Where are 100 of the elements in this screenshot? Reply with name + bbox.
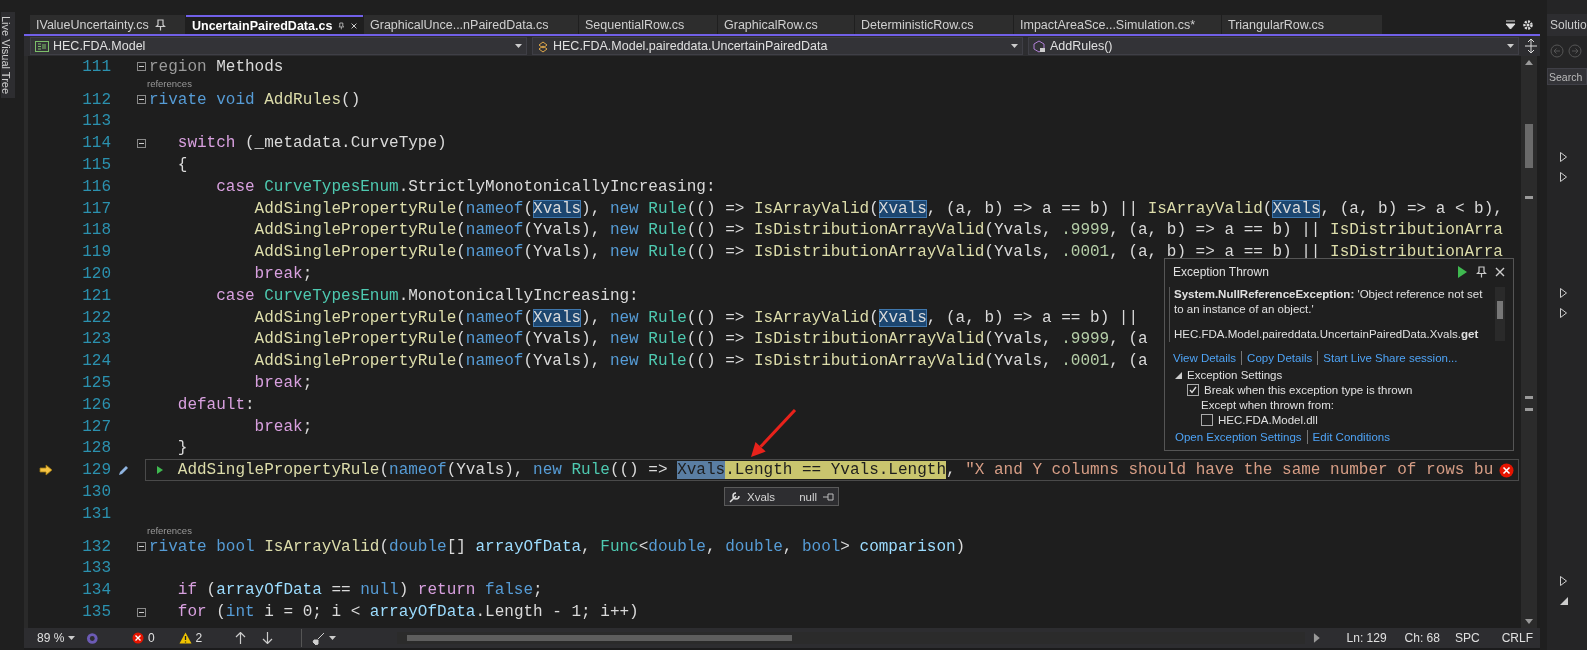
line-number: 118: [81, 221, 111, 240]
checkbox[interactable]: [1187, 384, 1199, 396]
codelens-text[interactable]: references: [147, 77, 192, 89]
warning-count[interactable]: 2: [175, 629, 206, 647]
line-number: 132: [81, 537, 111, 556]
type-dropdown[interactable]: HEC.FDA.Model.paireddata.UncertainPairedData: [532, 37, 1023, 55]
line-number: 126: [81, 395, 111, 414]
pencil-icon: [116, 464, 129, 477]
column-indicator: Ch: 68: [1404, 631, 1440, 645]
popup-title: Exception Thrown: [1173, 265, 1269, 279]
document-tab[interactable]: ImpactAreaSce...Simulation.cs*: [1014, 15, 1221, 34]
line-number: 125: [81, 374, 111, 393]
collapse-icon[interactable]: [137, 542, 146, 552]
pin-icon: [823, 491, 835, 502]
checkbox-label[interactable]: Break when this exception type is thrown: [1204, 384, 1413, 396]
except-label: Except when thrown from:: [1200, 399, 1335, 411]
collapsed-icon[interactable]: [1560, 172, 1567, 182]
document-tab[interactable]: GraphicalUnce...nPairedData.cs: [364, 15, 578, 34]
wrench-icon: [729, 490, 741, 503]
zoom-dropdown[interactable]: 89 %: [34, 629, 79, 647]
collapsed-icon[interactable]: [1560, 152, 1567, 162]
link[interactable]: Edit Conditions: [1312, 431, 1390, 443]
line-number: 135: [81, 603, 111, 621]
code-line: rivate bool IsArrayValid(double[] arrayOfData, Func<double, double, bool> comparison): [149, 536, 966, 557]
exception-message: System.NullReferenceException: 'Object reference not set to an instance of an object.': [1174, 287, 1484, 317]
error-icon[interactable]: [1499, 463, 1514, 479]
document-tab[interactable]: GraphicalRow.cs: [718, 15, 854, 34]
scrollbar[interactable]: [1495, 287, 1505, 341]
method-icon: [1033, 39, 1046, 53]
member-dropdown[interactable]: AddRules(): [1028, 37, 1519, 55]
checkbox-label[interactable]: HEC.FDA.Model.dll: [1218, 414, 1318, 426]
link[interactable]: Copy Details: [1247, 352, 1313, 364]
annotation-arrow: [751, 408, 797, 457]
link[interactable]: Open Exception Settings: [1175, 431, 1302, 443]
horizontal-scrollbar[interactable]: [397, 632, 1305, 644]
pin-icon: [338, 19, 345, 32]
vertical-scrollbar[interactable]: [1521, 56, 1537, 628]
back-icon: [1550, 44, 1564, 58]
code-line: AddSinglePropertyRule(nameof(Yvals), new Rule(() => IsDistributionArrayValid(Yvals, .9999, (a, b) => a == b) || IsDistributionArra: [254, 220, 1503, 241]
line-indicator: Ln: 129: [1346, 631, 1387, 645]
collapse-icon[interactable]: [137, 607, 146, 617]
collapse-icon[interactable]: [137, 62, 146, 72]
line-number: 129: [81, 461, 111, 480]
caret-icon: [1011, 44, 1018, 48]
line-number: 113: [81, 112, 111, 131]
codelens-text[interactable]: references: [147, 524, 192, 536]
collapsed-icon[interactable]: [1560, 288, 1567, 298]
line-number: 112: [81, 90, 111, 109]
search-field[interactable]: Search: [1547, 68, 1587, 85]
document-tab[interactable]: TriangularRow.cs: [1222, 15, 1382, 34]
split-icon: [1524, 39, 1538, 53]
gear-icon: [1522, 18, 1534, 31]
caret-icon: [515, 44, 522, 48]
code-line: case CurveTypesEnum.StrictlyMonotonicallyIncreasing:: [216, 176, 716, 197]
side-tab[interactable]: Live Visual Tree: [1, 12, 15, 99]
caret-icon: [1507, 44, 1514, 48]
document-tab[interactable]: SequentialRow.cs: [579, 15, 717, 34]
error-count[interactable]: 0: [128, 629, 158, 647]
document-tab[interactable]: IValueUncertainty.cs: [30, 15, 185, 34]
checkbox[interactable]: [1201, 414, 1213, 426]
code-line: }: [177, 438, 188, 459]
line-number: 122: [81, 308, 111, 327]
line-number: 131: [81, 504, 111, 523]
link[interactable]: View Details: [1173, 352, 1237, 364]
run-to-click-icon[interactable]: [156, 465, 164, 476]
code-line: switch (_metadata.CurveType): [177, 133, 447, 154]
panel-title: Solutio: [1547, 14, 1587, 36]
settings-expander[interactable]: Exception Settings: [1173, 369, 1505, 381]
line-number: 133: [81, 559, 111, 578]
code-line: {: [177, 155, 188, 176]
collapse-icon[interactable]: [137, 138, 146, 148]
down-arrow-icon: [262, 632, 274, 644]
collapse-icon[interactable]: [137, 95, 146, 105]
document-tab[interactable]: DeterministicRow.cs: [855, 15, 1013, 34]
up-arrow-icon: [235, 632, 247, 644]
collapsed-icon[interactable]: [1560, 308, 1567, 318]
line-number: 121: [81, 286, 111, 305]
line-number: 120: [81, 265, 111, 284]
project-dropdown[interactable]: HEC.FDA.Model: [30, 37, 527, 55]
code-line: AddSinglePropertyRule(nameof(Yvals), new Rule(() => IsDistributionArrayValid(Yvals, .0001, (a: [254, 351, 1148, 372]
code-line: break;: [254, 416, 313, 437]
code-line: AddSinglePropertyRule(nameof(Yvals), new Rule(() => IsDistributionArrayValid(Yvals, .9999, (a: [254, 329, 1148, 350]
close-icon: [1495, 267, 1505, 277]
code-line: default:: [177, 394, 255, 415]
variable-name: Xvals: [747, 490, 776, 503]
line-number: 117: [81, 199, 111, 218]
warning-icon: [178, 632, 192, 644]
link[interactable]: Start Live Share session...: [1323, 352, 1458, 364]
code-line: case CurveTypesEnum.MonotonicallyIncreasing:: [216, 285, 639, 306]
code-line: for (int i = 0; i < arrayOfData.Length - 1; i++): [177, 602, 639, 622]
collapsed-icon[interactable]: [1560, 576, 1567, 586]
error-icon: [131, 632, 144, 644]
line-number: 134: [81, 581, 111, 600]
caret-icon: [68, 636, 76, 640]
code-line: if (arrayOfData == null) return false;: [177, 580, 543, 601]
line-number: 124: [81, 352, 111, 371]
code-line: region Methods: [149, 56, 284, 77]
expanded-icon[interactable]: [1560, 597, 1568, 605]
dropdown-icon: [1505, 19, 1516, 30]
forward-icon: [1568, 44, 1582, 58]
